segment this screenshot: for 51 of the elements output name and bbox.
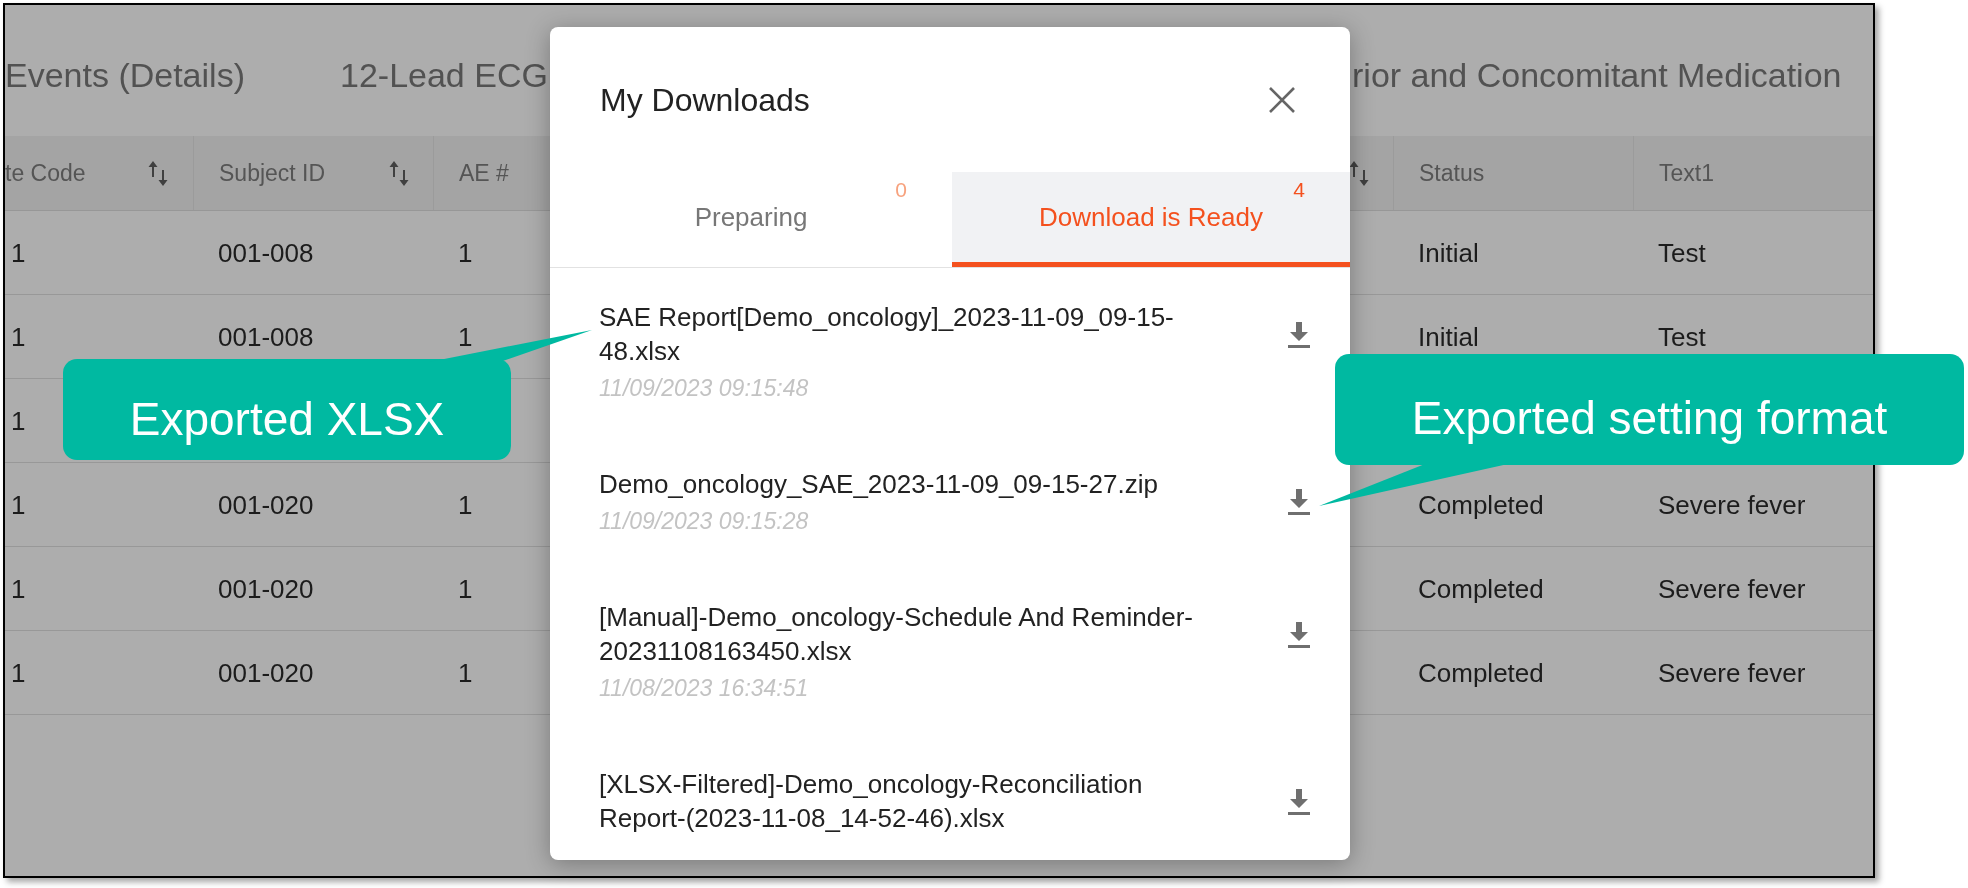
table-cell: Severe fever [1658,657,1806,688]
download-icon[interactable] [1288,622,1310,648]
table-cell: 001-020 [218,489,314,520]
file-name: SAE Report[Demo_oncology]_2023-11-09_09-15-48.xlsx [599,301,1175,368]
table-cell: 1 [11,573,26,604]
sort-icon[interactable] [1349,160,1369,186]
table-cell: Test [1658,321,1706,352]
page-tab[interactable]: rior and Concomitant Medication [1352,55,1842,94]
file-date: 11/09/2023 09:15:48 [599,374,810,403]
file-date: 11/09/2023 09:15:28 [599,507,810,536]
table-cell: Severe fever [1658,573,1806,604]
table-cell: 001-008 [218,321,314,352]
table-cell: Completed [1418,657,1544,688]
column-header: Subject ID [219,158,326,188]
table-cell: 1 [458,657,473,688]
table-cell: 001-020 [218,573,314,604]
column-header: Status [1419,158,1485,188]
table-cell: Initial [1418,237,1479,268]
table-cell: 1 [11,489,26,520]
column-header: Text1 [1659,158,1714,188]
count-label: 0 [895,179,907,201]
table-cell: 001-008 [218,237,314,268]
table-cell: Completed [1418,489,1544,520]
table-cell: 1 [458,573,473,604]
table-cell: 1 [458,321,473,352]
table-cell: Completed [1418,573,1544,604]
file-name: [XLSX-Filtered]-Demo_oncology-Reconciliation Report-(2023-11-08_14-52-46).xlsx [599,768,1144,835]
column-header: AE # [459,158,509,188]
table-cell: 1 [11,321,26,352]
page-tab[interactable]: Events (Details) [5,55,245,94]
table-cell: 1 [458,237,473,268]
file-name: [Manual]-Demo_oncology-Schedule And Reminder-20231108163450.xlsx [599,601,1194,668]
table-cell: 1 [11,405,26,436]
column-header: te Code [5,158,86,188]
table-cell: Initial [1418,321,1479,352]
table-cell: 001-020 [218,657,314,688]
tab[interactable]: Download is Ready 4 [952,172,1350,267]
table-cell: Test [1658,237,1706,268]
download-icon[interactable] [1288,489,1310,515]
table-cell: 1 [11,657,26,688]
dialog-title: My Downloads [600,80,810,120]
file-date: 11/08/2023 16:34:51 [599,674,810,703]
table-cell: 1 [458,489,473,520]
table-cell: 1 [11,237,26,268]
table-cell: Severe fever [1658,489,1806,520]
file-name: Demo_oncology_SAE_2023-11-09_09-15-27.zip [599,468,1159,501]
download-icon[interactable] [1288,789,1310,815]
page-tab[interactable]: 12-Lead ECG [340,55,548,94]
download-icon[interactable] [1288,322,1310,348]
close-button[interactable] [1268,85,1296,114]
count-label: 4 [1293,179,1305,201]
